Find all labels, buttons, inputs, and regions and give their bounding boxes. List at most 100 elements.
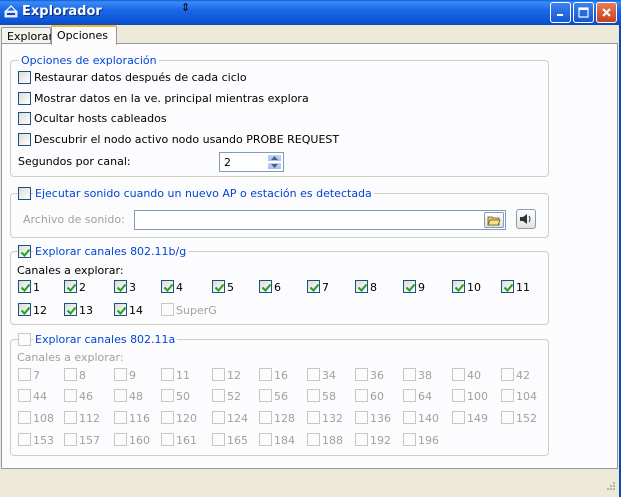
a-channel-42-checkbox[interactable] xyxy=(501,368,514,381)
bg-channel-4-checkbox[interactable] xyxy=(161,280,174,293)
a-channel-192-checkbox[interactable] xyxy=(355,433,368,446)
a-channel-161-checkbox[interactable] xyxy=(161,433,174,446)
a-channel-50-checkbox[interactable] xyxy=(161,389,174,402)
bg-channel-1-checkbox[interactable] xyxy=(18,280,31,293)
a-channel-196-checkbox[interactable] xyxy=(403,433,416,446)
a-channel-label: 112 xyxy=(79,412,100,425)
restore-data-label: Restaurar datos después de cada ciclo xyxy=(34,71,247,84)
exploration-options-legend: Opciones de exploración xyxy=(19,54,159,67)
bg-channel-label: 14 xyxy=(129,304,143,317)
bg-channel-10-checkbox[interactable] xyxy=(452,280,465,293)
a-channel-58-checkbox[interactable] xyxy=(307,389,320,402)
bg-channel-13-checkbox[interactable] xyxy=(64,303,77,316)
check-icon xyxy=(405,283,416,292)
resize-grip-icon[interactable] xyxy=(604,481,616,493)
close-button[interactable] xyxy=(596,2,617,23)
a-channel-12-checkbox[interactable] xyxy=(212,368,225,381)
a-channel-149-checkbox[interactable] xyxy=(452,411,465,424)
a-channel-112-checkbox[interactable] xyxy=(64,411,77,424)
a-channel-188-checkbox[interactable] xyxy=(307,433,320,446)
a-channel-7-checkbox[interactable] xyxy=(18,368,31,381)
maximize-icon xyxy=(578,7,589,18)
bg-channel-superg-checkbox[interactable] xyxy=(161,303,174,316)
a-channel-36-checkbox[interactable] xyxy=(355,368,368,381)
seconds-per-channel-stepper[interactable]: 2 xyxy=(219,152,284,172)
sound-checkbox[interactable] xyxy=(18,187,31,200)
a-channels-checkbox[interactable] xyxy=(18,333,31,346)
a-channel-116-checkbox[interactable] xyxy=(114,411,127,424)
hide-wired-checkbox[interactable] xyxy=(18,112,31,125)
a-channel-165-checkbox[interactable] xyxy=(212,433,225,446)
a-channel-152-checkbox[interactable] xyxy=(501,411,514,424)
seconds-value: 2 xyxy=(224,156,231,169)
a-channel-104-checkbox[interactable] xyxy=(501,389,514,402)
a-channel-11-checkbox[interactable] xyxy=(161,368,174,381)
a-channel-label: 184 xyxy=(274,434,295,447)
bg-channel-2-checkbox[interactable] xyxy=(64,280,77,293)
bg-channel-12-checkbox[interactable] xyxy=(18,303,31,316)
a-channel-label: 140 xyxy=(418,412,439,425)
bg-channel-3-checkbox[interactable] xyxy=(114,280,127,293)
a-channel-44-checkbox[interactable] xyxy=(18,389,31,402)
browse-file-button[interactable] xyxy=(484,212,504,228)
a-channel-132-checkbox[interactable] xyxy=(307,411,320,424)
a-channel-160-checkbox[interactable] xyxy=(114,433,127,446)
bg-channel-14-checkbox[interactable] xyxy=(114,303,127,316)
check-icon xyxy=(66,283,77,292)
a-channel-label: 100 xyxy=(467,390,488,403)
a-channel-34-checkbox[interactable] xyxy=(307,368,320,381)
a-channel-100-checkbox[interactable] xyxy=(452,389,465,402)
a-channel-136-checkbox[interactable] xyxy=(355,411,368,424)
a-channel-label: 165 xyxy=(227,434,248,447)
spin-down-button[interactable] xyxy=(267,162,282,170)
probe-request-checkbox[interactable] xyxy=(18,133,31,146)
tab-opciones[interactable]: Opciones xyxy=(51,25,117,45)
maximize-button[interactable] xyxy=(573,2,594,23)
a-channel-60-checkbox[interactable] xyxy=(355,389,368,402)
bg-channel-6-checkbox[interactable] xyxy=(259,280,272,293)
bg-channel-8-checkbox[interactable] xyxy=(355,280,368,293)
a-channel-184-checkbox[interactable] xyxy=(259,433,272,446)
a-channel-40-checkbox[interactable] xyxy=(452,368,465,381)
a-channel-48-checkbox[interactable] xyxy=(114,389,127,402)
a-channel-label: 44 xyxy=(33,390,47,403)
a-channel-9-checkbox[interactable] xyxy=(114,368,127,381)
bg-channel-11-checkbox[interactable] xyxy=(501,280,514,293)
a-channel-52-checkbox[interactable] xyxy=(212,389,225,402)
tab-explorar[interactable]: Explorar xyxy=(1,27,53,44)
a-channel-38-checkbox[interactable] xyxy=(403,368,416,381)
a-channel-120-checkbox[interactable] xyxy=(161,411,174,424)
bg-channel-7-checkbox[interactable] xyxy=(307,280,320,293)
play-sound-button[interactable] xyxy=(516,209,536,229)
bg-channel-label: 11 xyxy=(516,281,530,294)
title-bar: Explorador ⇕ xyxy=(0,0,621,25)
bg-channels-checkbox[interactable] xyxy=(18,245,31,258)
show-data-checkbox[interactable] xyxy=(18,92,31,105)
restore-data-checkbox[interactable] xyxy=(18,71,31,84)
a-channel-8-checkbox[interactable] xyxy=(64,368,77,381)
bg-channel-label: 6 xyxy=(274,281,281,294)
bg-channel-5-checkbox[interactable] xyxy=(212,280,225,293)
check-icon xyxy=(214,283,225,292)
a-channel-label: 192 xyxy=(370,434,391,447)
a-channel-label: 153 xyxy=(33,434,54,447)
a-channel-16-checkbox[interactable] xyxy=(259,368,272,381)
sound-file-input[interactable] xyxy=(134,210,506,230)
a-channel-56-checkbox[interactable] xyxy=(259,389,272,402)
a-channel-124-checkbox[interactable] xyxy=(212,411,225,424)
show-data-label: Mostrar datos en la ve. principal mientr… xyxy=(34,92,309,105)
tab-strip: Explorar Opciones xyxy=(0,25,621,45)
a-channel-140-checkbox[interactable] xyxy=(403,411,416,424)
check-icon xyxy=(20,283,31,292)
a-channel-153-checkbox[interactable] xyxy=(18,433,31,446)
a-channel-128-checkbox[interactable] xyxy=(259,411,272,424)
bg-channel-9-checkbox[interactable] xyxy=(403,280,416,293)
a-channel-157-checkbox[interactable] xyxy=(64,433,77,446)
minimize-button[interactable] xyxy=(550,2,571,23)
a-channel-label: 196 xyxy=(418,434,439,447)
a-channel-46-checkbox[interactable] xyxy=(64,389,77,402)
a-channel-64-checkbox[interactable] xyxy=(403,389,416,402)
spin-up-button[interactable] xyxy=(267,154,282,162)
check-icon xyxy=(454,283,465,292)
a-channel-108-checkbox[interactable] xyxy=(18,411,31,424)
